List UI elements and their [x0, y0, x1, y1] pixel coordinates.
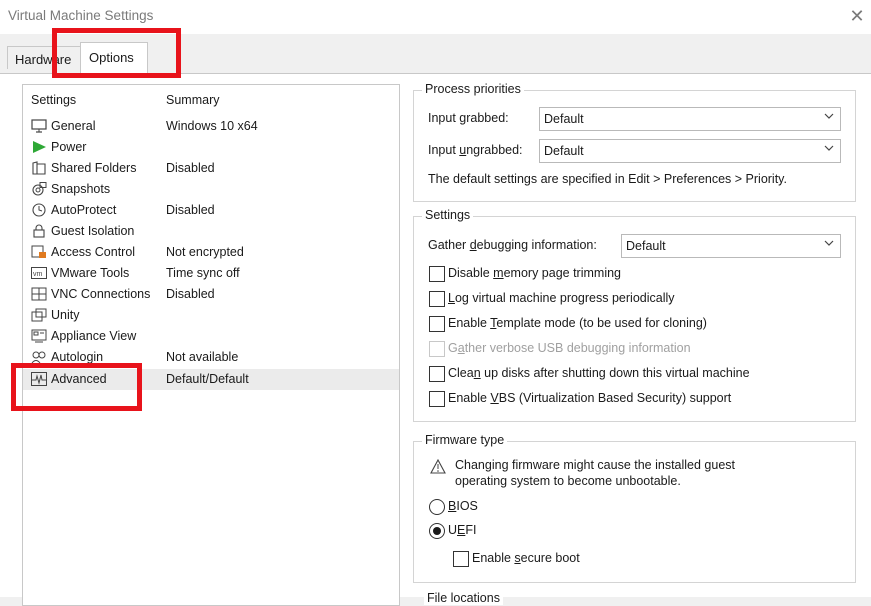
list-item-summary: Disabled: [166, 203, 215, 217]
list-item-summary: Default/Default: [166, 372, 249, 386]
unity-icon: [31, 308, 47, 322]
access-control-icon: [31, 245, 46, 258]
firmware-warning-line2: operating system to become unbootable.: [455, 474, 681, 488]
appliance-view-icon: [31, 329, 47, 343]
gather-debug-value: Default: [626, 239, 666, 253]
list-item-vmware-tools[interactable]: vm VMware Tools Time sync off: [23, 263, 399, 284]
input-grabbed-value: Default: [544, 112, 584, 126]
column-header-summary: Summary: [166, 93, 220, 107]
list-item-label: General: [51, 119, 96, 133]
list-item-power[interactable]: Power: [23, 137, 399, 158]
uefi-radio[interactable]: [429, 523, 445, 539]
radio-selected-dot: [433, 527, 441, 535]
list-item-vnc-connections[interactable]: VNC Connections Disabled: [23, 284, 399, 305]
priority-note: The default settings are specified in Ed…: [428, 172, 787, 186]
highlight-advanced-item: [11, 363, 142, 411]
verbose-usb-checkbox: [429, 341, 445, 357]
list-item-appliance-view[interactable]: Appliance View: [23, 326, 399, 347]
list-item-label: Appliance View: [51, 329, 137, 343]
input-grabbed-select[interactable]: Default: [539, 107, 841, 131]
vnc-icon: [31, 287, 47, 301]
enable-vbs-checkbox[interactable]: [429, 391, 445, 407]
secure-boot-checkbox[interactable]: [453, 551, 469, 567]
list-item-label: VNC Connections: [51, 287, 151, 301]
disable-memory-trimming-label: Disable memory page trimming: [448, 266, 621, 280]
list-item-summary: Disabled: [166, 161, 215, 175]
input-ungrabbed-label: Input ungrabbed:: [428, 143, 523, 157]
list-item-autoprotect[interactable]: AutoProtect Disabled: [23, 200, 399, 221]
secure-boot-label: Enable secure boot: [472, 551, 580, 565]
settings-list[interactable]: Settings Summary General Windows 10 x64 …: [22, 84, 400, 606]
template-mode-checkbox[interactable]: [429, 316, 445, 332]
gather-debug-label: Gather debugging information:: [428, 238, 597, 252]
list-item-summary: Disabled: [166, 287, 215, 301]
list-item-label: Power: [51, 140, 87, 154]
warning-icon: [430, 459, 446, 474]
settings-group-title: Settings: [422, 208, 474, 222]
gather-debug-select[interactable]: Default: [621, 234, 841, 258]
list-item-unity[interactable]: Unity: [23, 305, 399, 326]
list-item-summary: Time sync off: [166, 266, 240, 280]
uefi-label: UEFI: [448, 523, 477, 537]
process-priorities-group: Process priorities Input grabbed: Defaul…: [413, 82, 856, 202]
list-item-label: Unity: [51, 308, 80, 322]
file-locations-title: File locations: [424, 591, 503, 605]
window-title: Virtual Machine Settings: [8, 8, 154, 23]
list-item-summary: Windows 10 x64: [166, 119, 258, 133]
firmware-warning-line1: Changing firmware might cause the instal…: [455, 458, 736, 472]
list-item-general[interactable]: General Windows 10 x64: [23, 116, 399, 137]
firmware-group-title: Firmware type: [422, 433, 508, 447]
list-item-label: VMware Tools: [51, 266, 130, 280]
folder-icon: [32, 161, 46, 175]
clock-icon: [32, 203, 46, 217]
list-item-shared-folders[interactable]: Shared Folders Disabled: [23, 158, 399, 179]
list-item-summary: Not available: [166, 350, 239, 364]
enable-vbs-label: Enable VBS (Virtualization Based Securit…: [448, 391, 732, 405]
clean-up-disks-checkbox[interactable]: [429, 366, 445, 382]
list-item-label: Access Control: [51, 245, 136, 259]
lock-icon: [33, 224, 45, 238]
list-item-label: Guest Isolation: [51, 224, 135, 238]
process-priorities-title: Process priorities: [422, 82, 524, 96]
highlight-options-tab: [52, 28, 181, 78]
list-item-snapshots[interactable]: Snapshots: [23, 179, 399, 200]
disable-memory-trimming-checkbox[interactable]: [429, 266, 445, 282]
clean-up-disks-label: Clean up disks after shutting down this …: [448, 366, 750, 380]
list-item-label: Shared Folders: [51, 161, 137, 175]
bios-radio[interactable]: [429, 499, 445, 515]
close-button[interactable]: ✕: [845, 4, 869, 28]
list-item-summary: Not encrypted: [166, 245, 244, 259]
snapshot-icon: [32, 182, 47, 196]
close-icon: ✕: [849, 6, 865, 26]
template-mode-label: Enable Template mode (to be used for clo…: [448, 316, 707, 330]
input-ungrabbed-select[interactable]: Default: [539, 139, 841, 163]
input-ungrabbed-value: Default: [544, 144, 584, 158]
input-grabbed-label: Input grabbed:: [428, 111, 509, 125]
list-item-label: AutoProtect: [51, 203, 117, 217]
log-progress-label: Log virtual machine progress periodicall…: [448, 291, 675, 305]
log-progress-checkbox[interactable]: [429, 291, 445, 307]
chevron-down-icon: [824, 240, 834, 246]
monitor-icon: [31, 119, 47, 133]
autologin-icon: [31, 351, 46, 364]
list-item-label: Autologin: [51, 350, 104, 364]
list-item-guest-isolation[interactable]: Guest Isolation: [23, 221, 399, 242]
list-item-label: Snapshots: [51, 182, 111, 196]
list-item-access-control[interactable]: Access Control Not encrypted: [23, 242, 399, 263]
settings-group: Settings Gather debugging information: D…: [413, 208, 856, 422]
chevron-down-icon: [824, 113, 834, 119]
bios-label: BIOS: [448, 499, 478, 513]
play-icon: [33, 141, 46, 153]
vmware-tools-icon: vm: [31, 267, 47, 279]
column-header-settings: Settings: [31, 93, 77, 107]
verbose-usb-label: Gather verbose USB debugging information: [448, 341, 691, 355]
firmware-group: Firmware type Changing firmware might ca…: [413, 433, 856, 583]
svg-text:vm: vm: [33, 271, 43, 278]
chevron-down-icon: [824, 145, 834, 151]
